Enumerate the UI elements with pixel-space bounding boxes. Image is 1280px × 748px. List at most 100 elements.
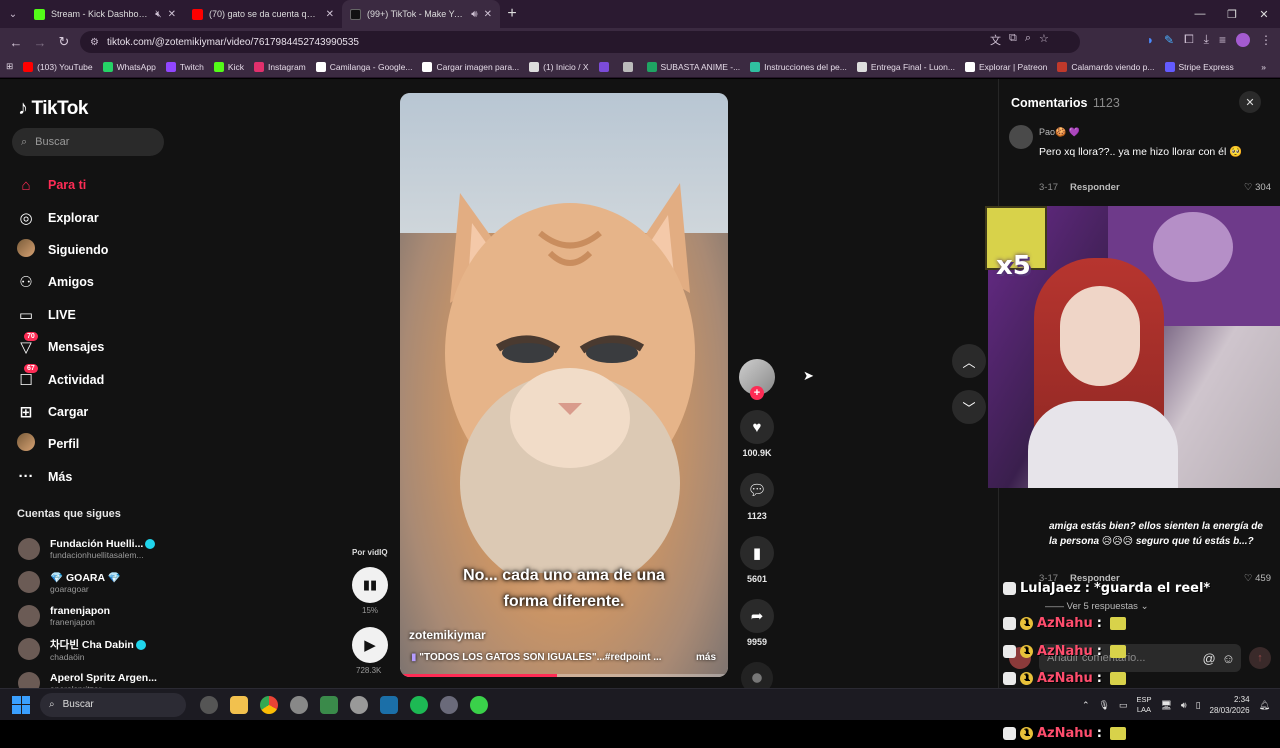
save-action[interactable]: ▮ 5601 bbox=[739, 536, 775, 584]
like-action[interactable]: ♥ 100.9K bbox=[739, 410, 775, 458]
search-input[interactable]: ⌕ Buscar bbox=[12, 128, 164, 156]
network-icon[interactable]: 🖥︎ bbox=[1160, 700, 1171, 711]
browser-tab-tiktok[interactable]: (99+) TikTok - Make Your Da 🔊︎ ✕ bbox=[342, 0, 500, 28]
steam-settings-icon[interactable] bbox=[350, 695, 368, 714]
video-progress-bar[interactable] bbox=[400, 674, 728, 677]
steam-icon[interactable] bbox=[380, 695, 398, 714]
bookmark-item[interactable]: Instagram bbox=[253, 61, 306, 72]
bookmark-item[interactable] bbox=[598, 61, 613, 72]
translate-icon[interactable]: 文 bbox=[990, 32, 1001, 48]
comment-action[interactable]: 💬︎ 1123 bbox=[739, 473, 775, 521]
file-explorer-icon[interactable] bbox=[230, 695, 248, 714]
close-tab-icon[interactable]: ✕ bbox=[326, 9, 334, 20]
nav-item-compass[interactable]: ◎ Explorar bbox=[16, 201, 108, 233]
bookmark-item[interactable]: (1) Inicio / X bbox=[529, 61, 589, 72]
audio-icon[interactable]: 🔊︎ bbox=[471, 9, 477, 20]
bookmark-item[interactable] bbox=[622, 61, 637, 72]
follow-plus-icon[interactable]: + bbox=[750, 386, 764, 400]
microphone-icon[interactable]: 🎙︎ bbox=[1098, 700, 1109, 711]
nav-item-home[interactable]: ⌂ Para ti bbox=[16, 169, 108, 201]
bookmark-item[interactable]: Entrega Final - Luon... bbox=[856, 61, 955, 72]
share-action[interactable]: ➦ 9959 bbox=[739, 599, 775, 647]
bookmark-item[interactable]: Twitch bbox=[165, 61, 204, 72]
app-icon[interactable] bbox=[200, 695, 218, 714]
language-indicator[interactable]: ESP LAA bbox=[1136, 695, 1151, 715]
reply-button[interactable]: Responder bbox=[1070, 182, 1120, 193]
menu-icon[interactable]: ⋮ bbox=[1260, 33, 1272, 47]
nav-item-live[interactable]: ▭ LIVE bbox=[16, 299, 108, 331]
comment-like[interactable]: ♡ 304 bbox=[1244, 182, 1271, 193]
site-info-icon[interactable]: ⚙ bbox=[90, 37, 99, 48]
share-icon[interactable]: ➦ bbox=[740, 599, 774, 633]
install-icon[interactable]: ⧉ bbox=[1009, 32, 1017, 48]
clock[interactable]: 2:34 28/03/2026 bbox=[1210, 694, 1250, 716]
address-bar[interactable]: ⚙ tiktok.com/@zotemikiymar/video/7617984… bbox=[80, 31, 1080, 53]
next-video-button[interactable]: ﹀ bbox=[952, 390, 986, 424]
tab-media-icon[interactable]: ≡ bbox=[1219, 33, 1226, 47]
profile-avatar[interactable] bbox=[1236, 32, 1250, 47]
chrome-icon[interactable] bbox=[260, 695, 278, 714]
nav-item-friends[interactable]: ⚇ Amigos bbox=[16, 266, 108, 298]
browser-tab-youtube[interactable]: (70) gato se da cuenta que lo g ✕ bbox=[184, 0, 342, 28]
tab-search-icon[interactable]: ⌄ bbox=[0, 0, 26, 28]
video-player[interactable]: No... cada uno ama de una forma diferent… bbox=[400, 93, 728, 677]
nav-item-profile[interactable]: Perfil bbox=[16, 428, 108, 460]
apps-grid-icon[interactable]: ⊞ bbox=[6, 61, 13, 72]
bookmark-star-icon[interactable]: ☆ bbox=[1039, 32, 1049, 48]
video-author-link[interactable]: zotemikiymar bbox=[409, 628, 486, 642]
volume-icon[interactable]: 🔊︎ bbox=[1181, 700, 1187, 711]
zoom-icon[interactable]: ⌕ bbox=[1025, 32, 1031, 48]
settings-icon[interactable] bbox=[290, 695, 308, 714]
extension-icon[interactable]: ◗ bbox=[1147, 33, 1154, 47]
close-window-icon[interactable]: ✕ bbox=[1248, 0, 1280, 28]
device-icon[interactable]: ▭ bbox=[1119, 700, 1128, 711]
app-icon[interactable] bbox=[440, 695, 458, 714]
bookmark-item[interactable]: Explorar | Patreon bbox=[964, 61, 1047, 72]
bookmark-item[interactable]: Camilanga - Google... bbox=[315, 61, 412, 72]
back-icon[interactable]: ← bbox=[4, 35, 28, 50]
restore-icon[interactable]: ❐ bbox=[1216, 0, 1248, 28]
mute-icon[interactable]: 🔇︎ bbox=[155, 9, 161, 20]
new-tab-button[interactable]: + bbox=[500, 5, 524, 23]
tiktok-logo[interactable]: ♪ TikTok bbox=[18, 97, 88, 120]
following-account[interactable]: Fundación Huelli... fundacionhuellitasale… bbox=[18, 532, 157, 566]
app-icon[interactable] bbox=[470, 695, 488, 714]
reload-icon[interactable]: ↻ bbox=[52, 34, 76, 50]
minimize-icon[interactable]: — bbox=[1184, 0, 1216, 28]
bookmark-icon[interactable]: ▮ bbox=[740, 536, 774, 570]
previous-video-button[interactable]: ︿ bbox=[952, 344, 986, 378]
nav-item-upload[interactable]: ⊞ Cargar bbox=[16, 396, 108, 428]
download-icon[interactable]: ⤓ bbox=[1204, 32, 1209, 47]
bookmark-item[interactable]: Stripe Express bbox=[1164, 61, 1234, 72]
nav-item-following[interactable]: Siguiendo bbox=[16, 234, 108, 266]
nav-item-more[interactable]: ··· Más bbox=[16, 461, 108, 493]
close-comments-button[interactable]: ✕ bbox=[1239, 91, 1261, 113]
forward-icon[interactable]: → bbox=[28, 35, 52, 50]
notifications-icon[interactable]: 🔔︎ bbox=[1259, 700, 1270, 711]
taskbar-search[interactable]: ⌕ Buscar bbox=[40, 692, 186, 717]
following-account[interactable]: 차다빈 Cha Dabin chadaöin bbox=[18, 633, 157, 667]
commenter-name[interactable]: Pao🍪 💜 bbox=[1039, 127, 1080, 138]
nav-item-activity[interactable]: ☐ 67 Actividad bbox=[16, 363, 108, 395]
bookmark-item[interactable]: Instrucciones del pe... bbox=[750, 61, 847, 72]
bookmark-item[interactable]: (103) YouTube bbox=[23, 61, 93, 72]
nav-item-messages[interactable]: ▽ 70 Mensajes bbox=[16, 331, 108, 363]
bookmark-item[interactable]: Cargar imagen para... bbox=[422, 61, 519, 72]
bookmark-item[interactable]: SUBASTA ANIME -... bbox=[646, 61, 740, 72]
more-bookmarks-icon[interactable]: » bbox=[1261, 62, 1266, 72]
bookmark-item[interactable]: WhatsApp bbox=[102, 61, 156, 72]
puzzle-icon[interactable]: ⧠ bbox=[1184, 32, 1194, 47]
spotify-icon[interactable] bbox=[410, 695, 428, 714]
commenter-avatar[interactable] bbox=[1009, 125, 1033, 149]
windows-start-icon[interactable] bbox=[12, 695, 30, 714]
chevron-up-icon[interactable]: ⌃ bbox=[1082, 700, 1090, 711]
vidiq-stats-button[interactable]: ▮▮ bbox=[352, 567, 388, 603]
following-account[interactable]: franenjapon franenjapon bbox=[18, 599, 157, 633]
obs-icon[interactable] bbox=[320, 695, 338, 714]
bookmark-item[interactable]: Calamardo viendo p... bbox=[1057, 61, 1155, 72]
extension-icon[interactable]: ✎ bbox=[1164, 33, 1174, 47]
browser-tab-kick[interactable]: Stream - Kick Dashboard 🔇︎ ✕ bbox=[26, 0, 184, 28]
play-button[interactable]: ▶ bbox=[352, 627, 388, 663]
following-account[interactable]: 💎 GOARA 💎 goaragoar bbox=[18, 566, 157, 600]
heart-icon[interactable]: ♥ bbox=[740, 410, 774, 444]
